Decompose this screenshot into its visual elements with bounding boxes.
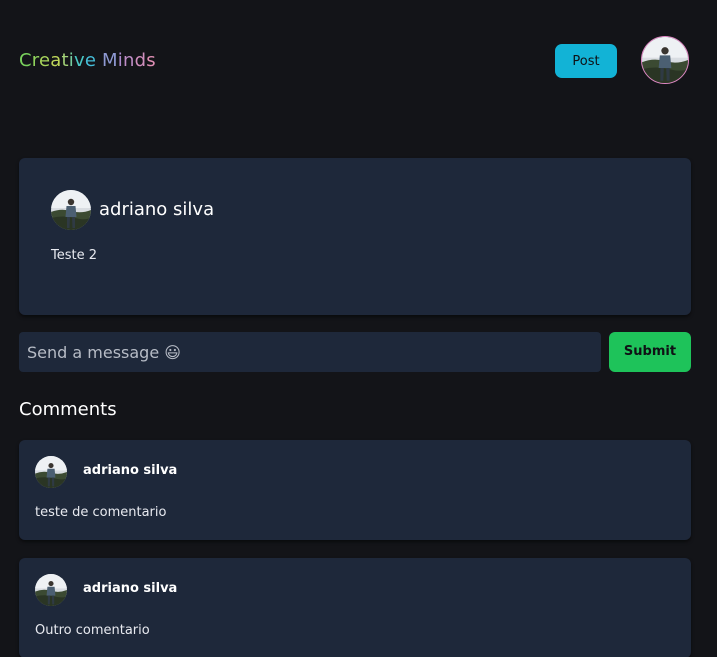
comment-card: adriano silva teste de comentario xyxy=(19,440,691,540)
author-avatar-icon xyxy=(35,456,67,488)
logo-letter: e xyxy=(39,50,51,71)
author-avatar-icon xyxy=(35,574,67,606)
logo-letter: e xyxy=(84,50,97,71)
author-avatar-icon xyxy=(51,190,91,230)
message-input[interactable] xyxy=(19,332,601,372)
comment-author-name: adriano silva xyxy=(83,463,178,478)
comment-author-avatar xyxy=(35,574,67,606)
post-content: Teste 2 xyxy=(51,248,98,263)
logo[interactable]: Creative Minds xyxy=(19,50,156,72)
logo-letter: n xyxy=(122,50,135,71)
header: Creative Minds Post xyxy=(19,36,691,86)
logo-letter: a xyxy=(50,50,62,71)
comment-content: teste de comentario xyxy=(35,505,167,520)
comments-heading: Comments xyxy=(19,399,117,420)
logo-letter: C xyxy=(19,50,32,71)
comment-card: adriano silva Outro comentario xyxy=(19,558,691,657)
post-button[interactable]: Post xyxy=(555,44,617,78)
submit-button[interactable]: Submit xyxy=(609,332,691,372)
user-avatar[interactable] xyxy=(641,36,689,84)
logo-letter: d xyxy=(134,50,147,71)
logo-letter: r xyxy=(31,50,39,71)
comment-content: Outro comentario xyxy=(35,623,150,638)
user-avatar-icon xyxy=(642,37,688,83)
logo-letter: t xyxy=(61,50,69,71)
post-author-name: adriano silva xyxy=(99,199,215,220)
post-card: adriano silva Teste 2 xyxy=(19,158,691,315)
page: Creative Minds Post adriano silva Teste … xyxy=(0,0,717,657)
logo-letter: M xyxy=(102,50,118,71)
comment-author-avatar xyxy=(35,456,67,488)
post-author-avatar xyxy=(51,190,91,230)
comment-author-name: adriano silva xyxy=(83,581,178,596)
logo-letter: s xyxy=(146,50,156,71)
logo-letter: v xyxy=(73,50,85,71)
